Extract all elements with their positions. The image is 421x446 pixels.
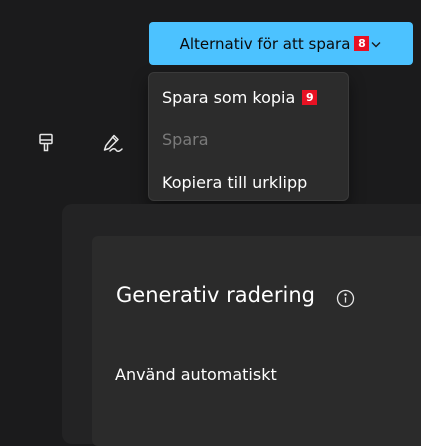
paint-brush-icon[interactable] (38, 133, 54, 153)
save-options-menu: Spara som kopia 9 Spara Kopiera till urk… (148, 72, 349, 201)
menu-item-save-as-copy[interactable]: Spara som kopia 9 (162, 88, 318, 107)
menu-item-save[interactable]: Spara (162, 130, 209, 149)
save-options-label: Alternativ för att spara (179, 34, 351, 53)
menu-item-label: Spara som kopia (162, 88, 296, 107)
pen-icon[interactable] (102, 133, 124, 155)
card-title: Generativ radering (116, 283, 315, 307)
menu-item-label: Spara (162, 130, 209, 149)
shortcut-badge: 9 (302, 90, 318, 105)
info-icon[interactable] (336, 289, 355, 308)
auto-apply-label: Använd automatiskt (115, 365, 277, 384)
shortcut-badge: 8 (354, 36, 370, 51)
generative-erase-card (92, 236, 421, 446)
save-options-button[interactable]: Alternativ för att spara 8 (149, 22, 413, 65)
chevron-down-icon[interactable] (370, 38, 382, 50)
menu-item-label: Kopiera till urklipp (162, 173, 308, 192)
menu-item-copy-to-clipboard[interactable]: Kopiera till urklipp (162, 173, 307, 192)
